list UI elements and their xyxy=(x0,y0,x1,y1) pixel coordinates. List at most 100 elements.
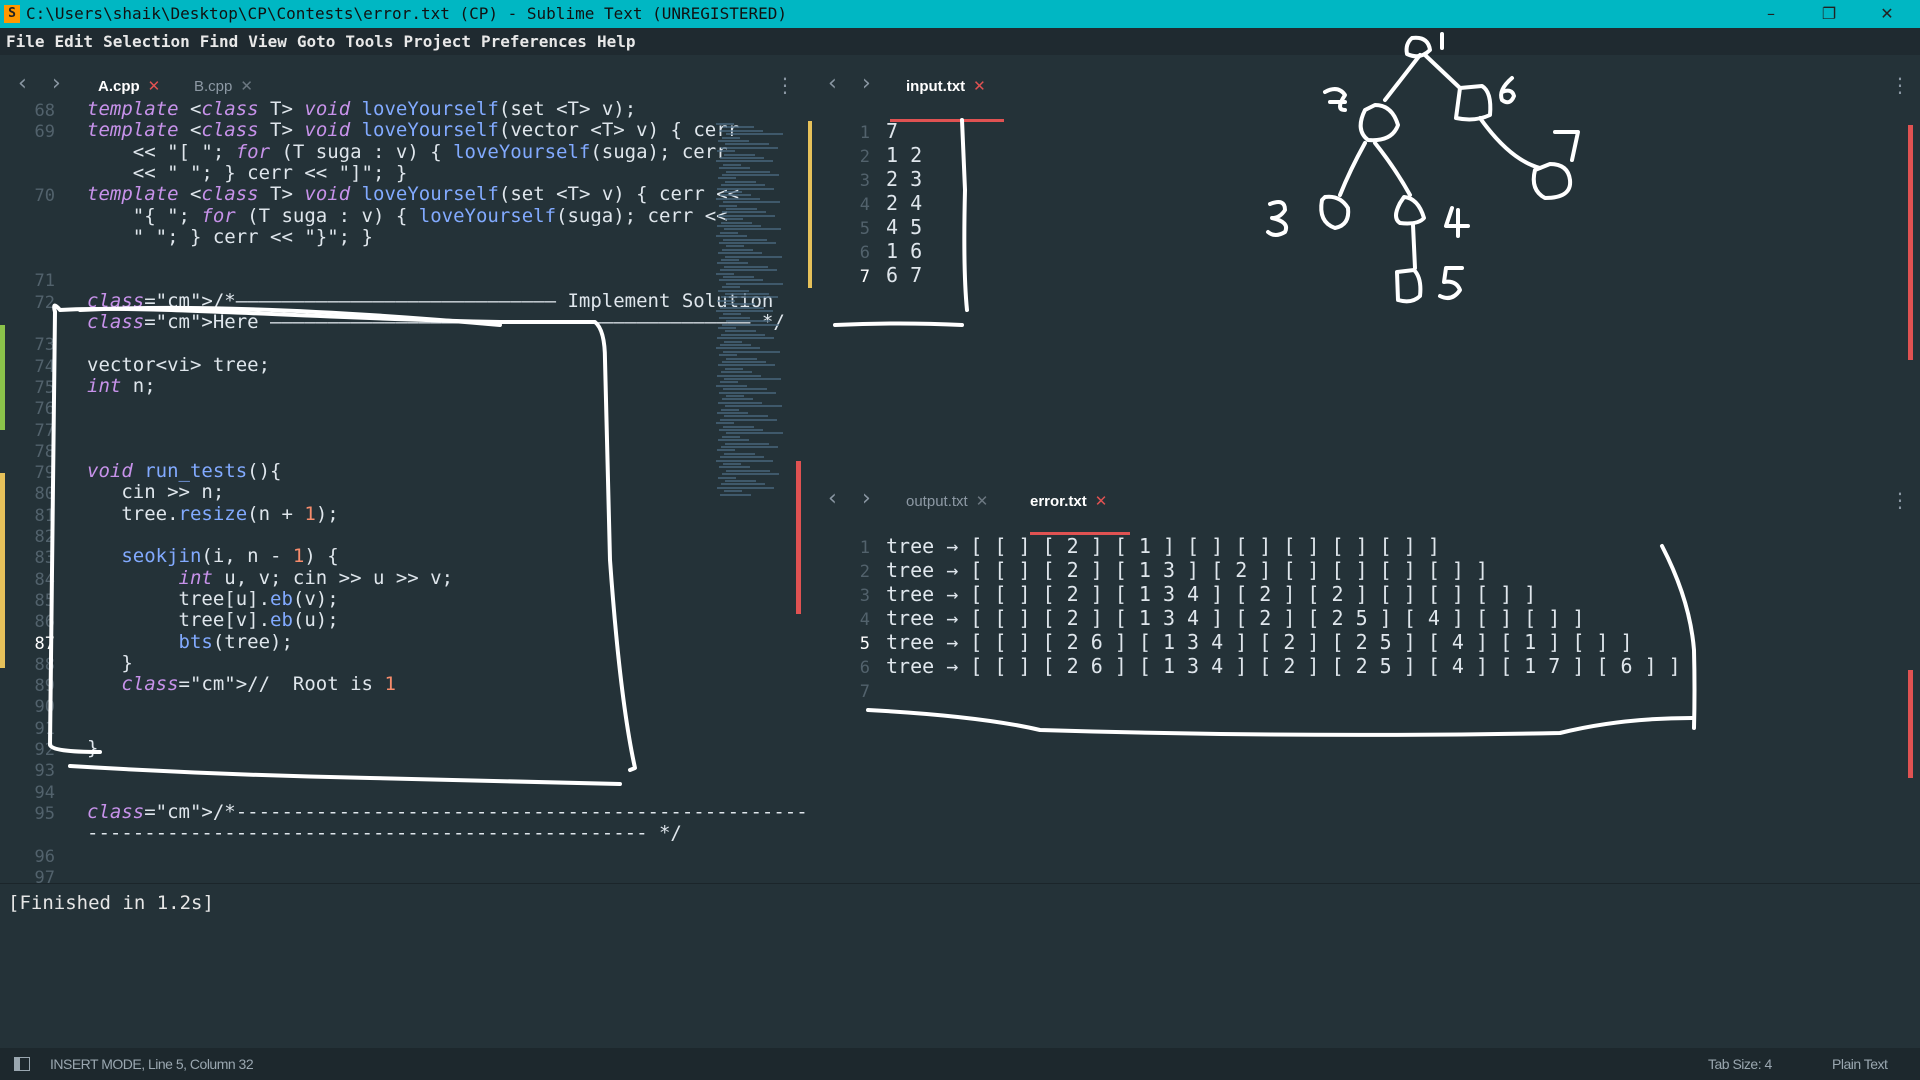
code-line[interactable]: tree → [ [ ] [ 2 ] [ 1 3 ] [ 2 ] [ ] [ ]… xyxy=(886,560,1488,581)
menu-tools[interactable]: Tools xyxy=(340,28,398,55)
code-line[interactable]: 2 4 xyxy=(886,193,922,214)
more-options-icon[interactable]: ⋮ xyxy=(1890,488,1910,512)
menu-preferences[interactable]: Preferences xyxy=(476,28,592,55)
nav-back-icon[interactable]: ‹ xyxy=(828,486,837,511)
minimap-line xyxy=(720,269,777,272)
minimap-line xyxy=(725,143,769,146)
code-line[interactable]: bts(tree); xyxy=(87,631,293,653)
close-tab-icon[interactable]: ✕ xyxy=(240,78,253,95)
tab-a-cpp[interactable]: A.cpp ✕ xyxy=(98,77,160,95)
line-number: 72 xyxy=(34,292,55,313)
minimap-line xyxy=(718,476,736,479)
tab-label: error.txt xyxy=(1030,493,1087,510)
panel-toggle-icon[interactable] xyxy=(14,1057,30,1071)
more-options-icon[interactable]: ⋮ xyxy=(1890,73,1910,97)
nav-forward-icon[interactable]: › xyxy=(52,71,61,96)
minimap-line xyxy=(718,327,736,329)
menu-project[interactable]: Project xyxy=(399,28,476,55)
scrollbar-error[interactable] xyxy=(1908,670,1913,778)
minimap-line xyxy=(717,412,748,414)
minimap-line xyxy=(721,259,739,261)
menu-help[interactable]: Help xyxy=(592,28,641,55)
menu-file[interactable]: File xyxy=(0,28,50,55)
code-line[interactable]: class="cm">// Root is 1 xyxy=(87,674,396,695)
scrollbar-input[interactable] xyxy=(1908,125,1913,360)
restore-button[interactable]: ❐ xyxy=(1800,0,1858,28)
minimap-line xyxy=(716,422,734,425)
code-line[interactable]: tree → [ [ ] [ 2 ] [ 1 ] [ ] [ ] [ ] [ ]… xyxy=(886,536,1440,557)
minimap-line xyxy=(721,371,752,374)
minimap-line xyxy=(717,449,735,452)
minimap-line xyxy=(723,425,754,428)
code-line[interactable]: tree.resize(n + 1); xyxy=(87,503,338,525)
code-line[interactable]: tree → [ [ ] [ 2 6 ] [ 1 3 4 ] [ 2 ] [ 2… xyxy=(886,656,1681,677)
code-line[interactable]: } xyxy=(87,738,98,759)
menu-find[interactable]: Find xyxy=(195,28,244,55)
code-line[interactable]: tree → [ [ ] [ 2 6 ] [ 1 3 4 ] [ 2 ] [ 2… xyxy=(886,632,1633,653)
code-line[interactable]: 6 7 xyxy=(886,265,922,286)
tab-output-txt[interactable]: output.txt ✕ xyxy=(906,492,988,510)
menu-view[interactable]: View xyxy=(243,28,292,55)
minimap-line xyxy=(723,388,767,391)
nav-back-icon[interactable]: ‹ xyxy=(828,71,837,96)
syntax-indicator[interactable]: Plain Text xyxy=(1832,1056,1888,1072)
line-number: 95 xyxy=(34,803,55,824)
minimap-line xyxy=(720,344,751,346)
code-line[interactable]: class="cm">Here ————————————————————————… xyxy=(87,312,785,333)
code-line[interactable]: template <class T> void loveYourself(set… xyxy=(87,99,636,120)
code-line[interactable]: "{ "; for (T suga : v) { loveYourself(su… xyxy=(87,205,728,227)
minimap-line xyxy=(725,367,743,370)
code-line[interactable]: << "[ "; for (T suga : v) { loveYourself… xyxy=(87,141,728,163)
code-line[interactable]: class="cm">/*———————————————————————————… xyxy=(87,290,773,312)
code-line[interactable]: " "; } cerr << "}"; } xyxy=(87,226,373,248)
menu-goto[interactable]: Goto xyxy=(292,28,341,55)
code-line[interactable]: tree → [ [ ] [ 2 ] [ 1 3 4 ] [ 2 ] [ 2 ]… xyxy=(886,584,1536,605)
close-tab-icon[interactable]: ✕ xyxy=(973,78,986,95)
tab-size-indicator[interactable]: Tab Size: 4 xyxy=(1708,1056,1772,1072)
tab-error-txt[interactable]: error.txt ✕ xyxy=(1030,492,1107,510)
close-button[interactable]: ✕ xyxy=(1858,0,1916,28)
code-line[interactable]: void run_tests(){ xyxy=(87,461,282,482)
minimap-line xyxy=(717,262,748,265)
code-line[interactable]: tree[v].eb(u); xyxy=(87,610,339,631)
nav-forward-icon[interactable]: › xyxy=(862,71,871,96)
code-line[interactable]: 1 6 xyxy=(886,241,922,262)
close-tab-icon[interactable]: ✕ xyxy=(976,493,989,510)
code-line[interactable]: int n; xyxy=(87,375,156,397)
minimap[interactable] xyxy=(716,123,794,523)
nav-forward-icon[interactable]: › xyxy=(862,486,871,511)
nav-back-icon[interactable]: ‹ xyxy=(18,71,27,96)
menu-edit[interactable]: Edit xyxy=(50,28,99,55)
code-line[interactable]: } xyxy=(87,652,132,674)
code-line[interactable]: ----------------------------------------… xyxy=(87,823,682,844)
scrollbar-left[interactable] xyxy=(796,461,801,614)
code-line[interactable]: vector<vi> tree; xyxy=(87,354,270,376)
code-line[interactable]: class="cm">/*---------------------------… xyxy=(87,801,819,823)
line-number: 78 xyxy=(34,441,55,462)
code-line[interactable]: template <class T> void loveYourself(set… xyxy=(87,184,739,205)
close-tab-icon[interactable]: ✕ xyxy=(1095,493,1108,510)
more-options-icon[interactable]: ⋮ xyxy=(775,73,795,97)
code-line[interactable]: seokjin(i, n - 1) { xyxy=(87,546,338,567)
status-bar: INSERT MODE, Line 5, Column 32 Tab Size:… xyxy=(0,1048,1920,1080)
code-line[interactable]: tree[u].eb(v); xyxy=(87,588,339,610)
code-line[interactable]: 1 2 xyxy=(886,145,922,166)
code-line[interactable]: template <class T> void loveYourself(vec… xyxy=(87,120,739,141)
code-line[interactable]: tree → [ [ ] [ 2 ] [ 1 3 4 ] [ 2 ] [ 2 5… xyxy=(886,608,1584,629)
minimap-line xyxy=(720,381,738,384)
code-line[interactable]: 2 3 xyxy=(886,169,922,190)
tab-b-cpp[interactable]: B.cpp ✕ xyxy=(194,77,253,95)
code-line[interactable]: cin >> n; xyxy=(87,482,224,503)
code-line[interactable]: int u, v; cin >> u >> v; xyxy=(87,567,454,589)
minimize-button[interactable]: – xyxy=(1742,0,1800,28)
line-number: 96 xyxy=(34,846,55,867)
menu-selection[interactable]: Selection xyxy=(98,28,195,55)
code-line[interactable]: 7 xyxy=(886,121,898,142)
git-added-marker xyxy=(0,325,5,430)
minimap-line xyxy=(721,146,778,149)
tab-input-txt[interactable]: input.txt ✕ xyxy=(906,77,986,95)
code-line[interactable]: 4 5 xyxy=(886,217,922,238)
code-line[interactable]: << " "; } cerr << "]"; } xyxy=(87,162,408,184)
minimap-line xyxy=(719,279,763,282)
close-tab-icon[interactable]: ✕ xyxy=(148,78,161,95)
